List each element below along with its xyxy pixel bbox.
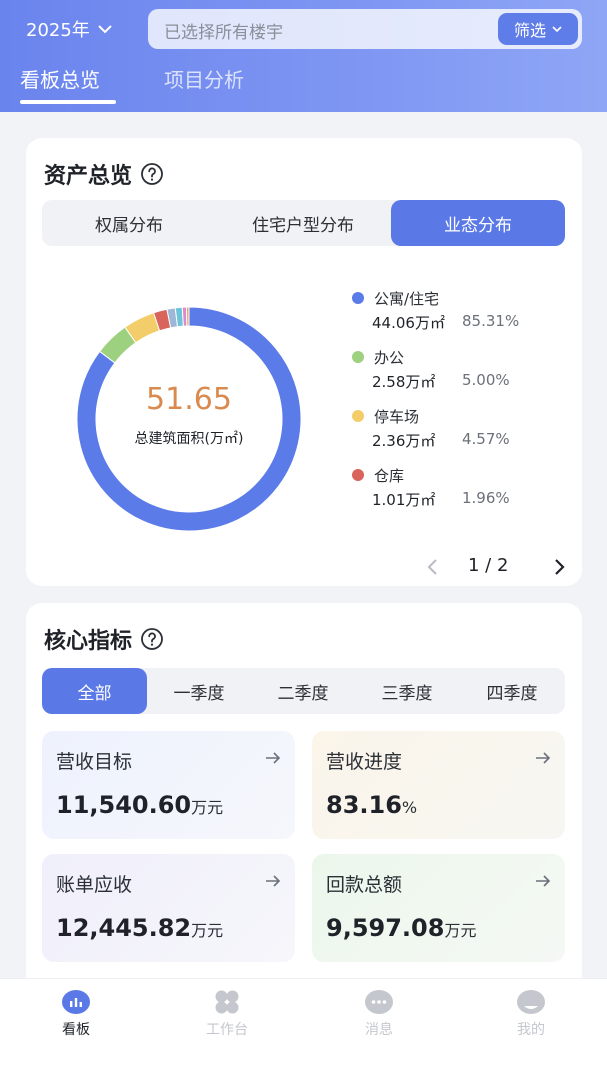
- legend-item: 办公 2.58万㎡ 5.00%: [352, 347, 572, 393]
- app-header: 2025年 已选择所有楼宇 筛选 看板总览 项目分析: [0, 0, 607, 112]
- nav-label: 工作台: [206, 1022, 248, 1038]
- asset-segment-control: 权属分布 住宅户型分布 业态分布: [42, 200, 565, 246]
- asset-title-text: 资产总览: [44, 164, 133, 189]
- bottom-navigation: 看板 工作台 消息 我的: [0, 978, 607, 1080]
- legend-area: 44.06万㎡: [372, 314, 445, 332]
- profile-icon: [517, 990, 545, 1014]
- donut-slice-8[interactable]: [185, 306, 190, 327]
- tile-label: 营收进度: [326, 751, 403, 773]
- segment-q1[interactable]: 一季度: [147, 668, 251, 714]
- tile-unit: %: [401, 798, 418, 817]
- arrow-right-icon: [536, 752, 551, 764]
- arrow-right-icon: [266, 752, 281, 764]
- legend-dot: [352, 469, 364, 481]
- segment-ownership[interactable]: 权属分布: [42, 200, 216, 246]
- nav-workbench[interactable]: 工作台: [187, 989, 267, 1049]
- tile-value: 83.16%: [326, 791, 417, 819]
- message-icon: [365, 990, 393, 1014]
- dashboard-icon: [62, 990, 90, 1014]
- kpi-card-title: 核心指标: [44, 623, 164, 655]
- tile-number: 12,445.82: [56, 914, 192, 942]
- nav-label: 我的: [517, 1022, 545, 1038]
- donut-svg: [76, 306, 302, 532]
- legend-name: 办公: [374, 349, 405, 367]
- nav-label: 消息: [365, 1022, 393, 1038]
- chevron-down-icon: [98, 25, 112, 34]
- kpi-tile-bills-receivable[interactable]: 账单应收 12,445.82万元: [42, 854, 295, 962]
- legend-dot: [352, 292, 364, 304]
- tile-label: 账单应收: [56, 874, 133, 896]
- tile-label: 营收目标: [56, 751, 133, 773]
- legend-percent: 85.31%: [462, 312, 520, 330]
- filter-label: 筛选: [513, 21, 546, 40]
- legend-area: 2.36万㎡: [372, 432, 436, 450]
- help-icon[interactable]: [140, 627, 164, 651]
- segment-residential-type[interactable]: 住宅户型分布: [216, 200, 390, 246]
- chevron-right-icon[interactable]: [552, 558, 566, 576]
- filter-button[interactable]: 筛选: [498, 13, 578, 45]
- tile-number: 9,597.08: [326, 914, 445, 942]
- tile-unit: 万元: [191, 798, 224, 817]
- legend-name: 停车场: [374, 408, 420, 426]
- kpi-title-text: 核心指标: [44, 629, 133, 654]
- year-selector[interactable]: 2025年: [26, 16, 112, 42]
- legend-percent: 5.00%: [462, 371, 510, 389]
- total-area-value: 51.65: [146, 382, 232, 417]
- nav-profile[interactable]: 我的: [491, 989, 571, 1049]
- pager-text: 1 / 2: [468, 555, 509, 576]
- arrow-right-icon: [266, 875, 281, 887]
- total-area-label: 总建筑面积(万㎡): [134, 431, 244, 447]
- tile-value: 11,540.60万元: [56, 791, 223, 819]
- help-icon[interactable]: [140, 162, 164, 186]
- tile-value: 9,597.08万元: [326, 914, 476, 942]
- apps-icon: [215, 990, 239, 1014]
- segment-q3[interactable]: 三季度: [355, 668, 459, 714]
- legend-pager: 1 / 2: [426, 554, 566, 580]
- asset-card-title: 资产总览: [44, 158, 164, 190]
- kpi-tile-total-collected[interactable]: 回款总额 9,597.08万元: [312, 854, 565, 962]
- tile-unit: 万元: [191, 921, 224, 940]
- segment-q4[interactable]: 四季度: [459, 668, 565, 714]
- asset-overview-card: 资产总览 权属分布 住宅户型分布 业态分布 51.65 总建筑面积(万㎡) 公寓…: [26, 138, 582, 586]
- legend-name: 公寓/住宅: [374, 290, 440, 308]
- legend-item: 仓库 1.01万㎡ 1.96%: [352, 465, 572, 511]
- tab-dashboard-overview[interactable]: 看板总览: [20, 64, 100, 93]
- legend-item: 公寓/住宅 44.06万㎡ 85.31%: [352, 288, 572, 334]
- tile-unit: 万元: [444, 921, 477, 940]
- legend-dot: [352, 351, 364, 363]
- legend-item: 停车场 2.36万㎡ 4.57%: [352, 406, 572, 452]
- segment-q2[interactable]: 二季度: [251, 668, 355, 714]
- nav-label: 看板: [62, 1022, 90, 1038]
- quarter-segment-control: 全部 一季度 二季度 三季度 四季度: [42, 668, 565, 714]
- building-search-field[interactable]: 已选择所有楼宇 筛选: [148, 9, 582, 49]
- legend-percent: 1.96%: [462, 489, 510, 507]
- legend-area: 2.58万㎡: [372, 373, 436, 391]
- tab-project-analysis[interactable]: 项目分析: [164, 64, 244, 93]
- legend-dot: [352, 410, 364, 422]
- arrow-right-icon: [536, 875, 551, 887]
- chevron-down-icon: [552, 25, 562, 32]
- kpi-tile-revenue-target[interactable]: 营收目标 11,540.60万元: [42, 731, 295, 839]
- tile-number: 83.16: [326, 791, 402, 819]
- active-tab-indicator: [20, 100, 116, 104]
- tile-value: 12,445.82万元: [56, 914, 223, 942]
- nav-dashboard[interactable]: 看板: [36, 989, 116, 1049]
- segment-all[interactable]: 全部: [42, 668, 147, 714]
- tile-label: 回款总额: [326, 874, 403, 896]
- kpi-tile-revenue-progress[interactable]: 营收进度 83.16%: [312, 731, 565, 839]
- nav-messages[interactable]: 消息: [339, 989, 419, 1049]
- legend-percent: 4.57%: [462, 430, 510, 448]
- donut-chart: 51.65 总建筑面积(万㎡): [56, 306, 322, 532]
- year-label: 2025年: [26, 20, 90, 41]
- chevron-left-icon[interactable]: [426, 558, 440, 576]
- tile-number: 11,540.60: [56, 791, 192, 819]
- core-indicators-card: 核心指标 全部 一季度 二季度 三季度 四季度 营收目标 11,540.60万元…: [26, 603, 582, 993]
- legend-area: 1.01万㎡: [372, 491, 436, 509]
- search-text: 已选择所有楼宇: [164, 23, 283, 43]
- segment-business-type[interactable]: 业态分布: [391, 200, 565, 246]
- legend-name: 仓库: [374, 467, 405, 485]
